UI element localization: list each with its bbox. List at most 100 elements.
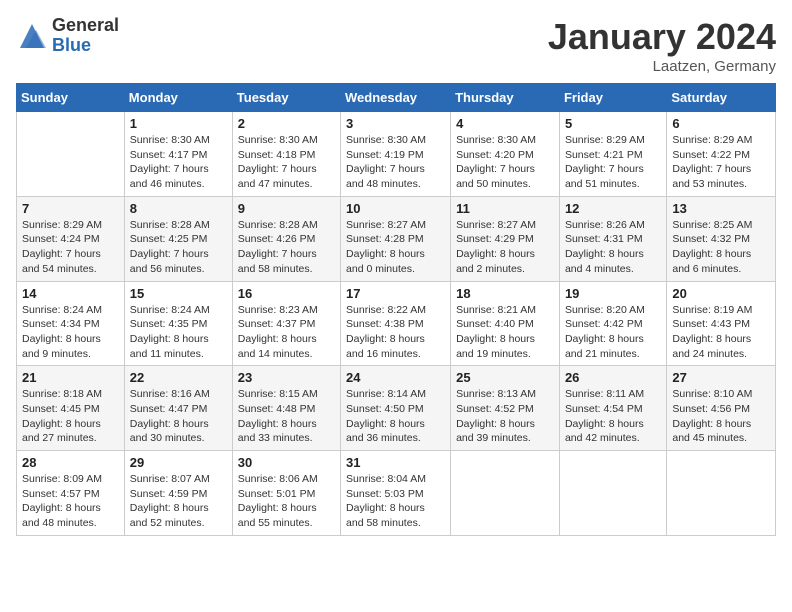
- calendar-cell-w5-d3: 30Sunrise: 8:06 AMSunset: 5:01 PMDayligh…: [232, 451, 340, 536]
- calendar-cell-w3-d5: 18 Sunrise: 8:21 AMSunset: 4:40 PMDayligh…: [451, 281, 560, 366]
- day-info: Sunrise: 8:24 AMSunset: 4:34 PMDaylight:…: [22, 303, 119, 362]
- day-info: Sunrise: 8:30 AMSunset: 4:19 PMDaylight:…: [346, 133, 445, 192]
- day-number: 29: [130, 455, 227, 470]
- day-info: Sunrise: 8:26 AMSunset: 4:31 PMDaylight:…: [565, 218, 661, 277]
- month-title: January 2024: [548, 16, 776, 58]
- calendar-cell-w1-d2: 1Sunrise: 8:30 AMSunset: 4:17 PMDaylight…: [124, 112, 232, 197]
- location: Laatzen, Germany: [548, 58, 776, 75]
- calendar-cell-w1-d5: 4 Sunrise: 8:30 AMSunset: 4:20 PMDaylight…: [451, 112, 560, 197]
- calendar-cell-w4-d3: 23Sunrise: 8:15 AMSunset: 4:48 PMDayligh…: [232, 366, 340, 451]
- day-number: 2: [238, 116, 335, 131]
- day-info: Sunrise: 8:29 AMSunset: 4:24 PMDaylight:…: [22, 218, 119, 277]
- calendar-cell-w4-d7: 27 Sunrise: 8:10 AMSunset: 4:56 PMDayligh…: [667, 366, 776, 451]
- calendar-cell-w5-d5: [451, 451, 560, 536]
- col-tuesday: Tuesday: [232, 84, 340, 112]
- day-number: 20: [672, 286, 770, 301]
- day-number: 31: [346, 455, 445, 470]
- week-row-4: 21Sunrise: 8:18 AMSunset: 4:45 PMDayligh…: [17, 366, 776, 451]
- calendar-cell-w5-d4: 31 Sunrise: 8:04 AMSunset: 5:03 PMDayligh…: [341, 451, 451, 536]
- day-number: 18: [456, 286, 554, 301]
- calendar-cell-w5-d2: 29 Sunrise: 8:07 AMSunset: 4:59 PMDayligh…: [124, 451, 232, 536]
- calendar-cell-w4-d4: 24 Sunrise: 8:14 AMSunset: 4:50 PMDayligh…: [341, 366, 451, 451]
- day-number: 16: [238, 286, 335, 301]
- calendar-cell-w2-d3: 9 Sunrise: 8:28 AMSunset: 4:26 PMDaylight…: [232, 196, 340, 281]
- calendar-cell-w3-d2: 15Sunrise: 8:24 AMSunset: 4:35 PMDayligh…: [124, 281, 232, 366]
- day-info: Sunrise: 8:27 AMSunset: 4:28 PMDaylight:…: [346, 218, 445, 277]
- day-info: Sunrise: 8:21 AMSunset: 4:40 PMDaylight:…: [456, 303, 554, 362]
- day-number: 28: [22, 455, 119, 470]
- day-info: Sunrise: 8:16 AMSunset: 4:47 PMDaylight:…: [130, 387, 227, 446]
- day-info: Sunrise: 8:27 AMSunset: 4:29 PMDaylight:…: [456, 218, 554, 277]
- day-number: 19: [565, 286, 661, 301]
- calendar-cell-w3-d7: 20 Sunrise: 8:19 AMSunset: 4:43 PMDayligh…: [667, 281, 776, 366]
- day-info: Sunrise: 8:06 AMSunset: 5:01 PMDaylight:…: [238, 472, 335, 531]
- calendar-cell-w1-d7: 6Sunrise: 8:29 AMSunset: 4:22 PMDaylight…: [667, 112, 776, 197]
- calendar-cell-w1-d3: 2 Sunrise: 8:30 AMSunset: 4:18 PMDaylight…: [232, 112, 340, 197]
- calendar-cell-w4-d2: 22 Sunrise: 8:16 AMSunset: 4:47 PMDayligh…: [124, 366, 232, 451]
- day-number: 17: [346, 286, 445, 301]
- col-wednesday: Wednesday: [341, 84, 451, 112]
- logo-icon: [16, 20, 48, 52]
- calendar-cell-w3-d6: 19 Sunrise: 8:20 AMSunset: 4:42 PMDayligh…: [559, 281, 666, 366]
- calendar-cell-w5-d1: 28 Sunrise: 8:09 AMSunset: 4:57 PMDayligh…: [17, 451, 125, 536]
- day-info: Sunrise: 8:30 AMSunset: 4:20 PMDaylight:…: [456, 133, 554, 192]
- week-row-5: 28 Sunrise: 8:09 AMSunset: 4:57 PMDayligh…: [17, 451, 776, 536]
- calendar-cell-w1-d6: 5 Sunrise: 8:29 AMSunset: 4:21 PMDaylight…: [559, 112, 666, 197]
- day-number: 14: [22, 286, 119, 301]
- title-section: January 2024 Laatzen, Germany: [548, 16, 776, 75]
- col-friday: Friday: [559, 84, 666, 112]
- day-number: 3: [346, 116, 445, 131]
- day-number: 11: [456, 201, 554, 216]
- day-info: Sunrise: 8:04 AMSunset: 5:03 PMDaylight:…: [346, 472, 445, 531]
- day-info: Sunrise: 8:30 AMSunset: 4:18 PMDaylight:…: [238, 133, 335, 192]
- logo: General Blue: [16, 16, 119, 56]
- day-info: Sunrise: 8:11 AMSunset: 4:54 PMDaylight:…: [565, 387, 661, 446]
- calendar-cell-w2-d2: 8Sunrise: 8:28 AMSunset: 4:25 PMDaylight…: [124, 196, 232, 281]
- col-saturday: Saturday: [667, 84, 776, 112]
- day-number: 24: [346, 370, 445, 385]
- day-number: 12: [565, 201, 661, 216]
- day-info: Sunrise: 8:09 AMSunset: 4:57 PMDaylight:…: [22, 472, 119, 531]
- page-container: General Blue January 2024 Laatzen, Germa…: [0, 0, 792, 544]
- day-number: 25: [456, 370, 554, 385]
- day-info: Sunrise: 8:28 AMSunset: 4:25 PMDaylight:…: [130, 218, 227, 277]
- day-info: Sunrise: 8:10 AMSunset: 4:56 PMDaylight:…: [672, 387, 770, 446]
- col-monday: Monday: [124, 84, 232, 112]
- day-info: Sunrise: 8:13 AMSunset: 4:52 PMDaylight:…: [456, 387, 554, 446]
- day-number: 26: [565, 370, 661, 385]
- calendar-cell-w5-d7: [667, 451, 776, 536]
- day-number: 22: [130, 370, 227, 385]
- day-info: Sunrise: 8:18 AMSunset: 4:45 PMDaylight:…: [22, 387, 119, 446]
- day-info: Sunrise: 8:22 AMSunset: 4:38 PMDaylight:…: [346, 303, 445, 362]
- calendar-cell-w5-d6: [559, 451, 666, 536]
- day-number: 5: [565, 116, 661, 131]
- day-number: 6: [672, 116, 770, 131]
- day-number: 15: [130, 286, 227, 301]
- calendar-cell-w2-d4: 10Sunrise: 8:27 AMSunset: 4:28 PMDayligh…: [341, 196, 451, 281]
- day-info: Sunrise: 8:29 AMSunset: 4:21 PMDaylight:…: [565, 133, 661, 192]
- calendar-header-row: Sunday Monday Tuesday Wednesday Thursday…: [17, 84, 776, 112]
- day-info: Sunrise: 8:14 AMSunset: 4:50 PMDaylight:…: [346, 387, 445, 446]
- calendar-cell-w4-d1: 21Sunrise: 8:18 AMSunset: 4:45 PMDayligh…: [17, 366, 125, 451]
- day-info: Sunrise: 8:20 AMSunset: 4:42 PMDaylight:…: [565, 303, 661, 362]
- col-sunday: Sunday: [17, 84, 125, 112]
- day-info: Sunrise: 8:30 AMSunset: 4:17 PMDaylight:…: [130, 133, 227, 192]
- calendar-cell-w2-d6: 12 Sunrise: 8:26 AMSunset: 4:31 PMDayligh…: [559, 196, 666, 281]
- day-number: 4: [456, 116, 554, 131]
- calendar-cell-w3-d1: 14 Sunrise: 8:24 AMSunset: 4:34 PMDayligh…: [17, 281, 125, 366]
- day-number: 27: [672, 370, 770, 385]
- day-info: Sunrise: 8:25 AMSunset: 4:32 PMDaylight:…: [672, 218, 770, 277]
- day-number: 9: [238, 201, 335, 216]
- day-info: Sunrise: 8:19 AMSunset: 4:43 PMDaylight:…: [672, 303, 770, 362]
- logo-general: General: [52, 16, 119, 36]
- day-number: 23: [238, 370, 335, 385]
- calendar-cell-w3-d4: 17 Sunrise: 8:22 AMSunset: 4:38 PMDayligh…: [341, 281, 451, 366]
- calendar-table: Sunday Monday Tuesday Wednesday Thursday…: [16, 83, 776, 536]
- calendar-cell-w4-d5: 25 Sunrise: 8:13 AMSunset: 4:52 PMDayligh…: [451, 366, 560, 451]
- day-info: Sunrise: 8:23 AMSunset: 4:37 PMDaylight:…: [238, 303, 335, 362]
- day-info: Sunrise: 8:07 AMSunset: 4:59 PMDaylight:…: [130, 472, 227, 531]
- calendar-cell-w2-d7: 13Sunrise: 8:25 AMSunset: 4:32 PMDayligh…: [667, 196, 776, 281]
- calendar-cell-w2-d5: 11 Sunrise: 8:27 AMSunset: 4:29 PMDayligh…: [451, 196, 560, 281]
- day-info: Sunrise: 8:28 AMSunset: 4:26 PMDaylight:…: [238, 218, 335, 277]
- calendar-cell-w1-d4: 3 Sunrise: 8:30 AMSunset: 4:19 PMDaylight…: [341, 112, 451, 197]
